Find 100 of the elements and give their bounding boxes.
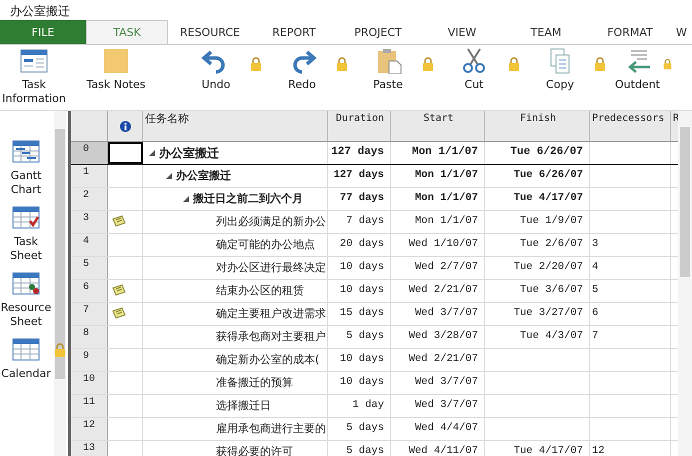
duration-cell: 5 days bbox=[346, 330, 384, 342]
duration-cell: 127 days bbox=[334, 169, 384, 181]
scrollbar[interactable] bbox=[678, 111, 692, 456]
tasksheet-view-button[interactable]: Task Sheet bbox=[0, 205, 52, 263]
finish-date: Tue 2/6/07 bbox=[520, 238, 583, 250]
info-button[interactable]: Task Information bbox=[0, 45, 68, 106]
start-date: Mon 1/1/07 bbox=[414, 192, 478, 204]
finish-date: Tue 1/9/07 bbox=[520, 215, 583, 227]
task-name: 雇用承包商进行主要的 bbox=[216, 421, 326, 437]
note-button[interactable]: Task Notes bbox=[82, 45, 150, 92]
redo-button[interactable]: Redo bbox=[268, 45, 336, 92]
task-name: 确定新办公室的成本( bbox=[216, 352, 320, 368]
start-date: Mon 1/1/07 bbox=[412, 146, 478, 158]
row-number[interactable]: 6 bbox=[71, 280, 108, 302]
row-number[interactable]: 10 bbox=[71, 372, 108, 394]
column-header[interactable]: 任务名称 bbox=[143, 111, 328, 141]
duration-cell: 127 days bbox=[331, 146, 384, 158]
calendar-view-button[interactable]: Calendar bbox=[0, 337, 52, 381]
start-date: Wed 3/7/07 bbox=[414, 399, 478, 411]
grid-icon bbox=[12, 205, 40, 229]
resource-view-button[interactable]: Resource Sheet bbox=[0, 271, 52, 329]
task-name: 确定主要租户改进需求 bbox=[216, 306, 326, 322]
finish-date: Tue 3/6/07 bbox=[520, 284, 583, 296]
start-date: Wed 4/4/07 bbox=[414, 422, 478, 434]
info-icon bbox=[120, 120, 130, 132]
column-header[interactable]: Predecessors bbox=[590, 111, 671, 141]
predecessor-cell: 6 bbox=[592, 307, 598, 319]
row-number[interactable]: 0 bbox=[71, 142, 108, 164]
start-date: Mon 1/1/07 bbox=[414, 169, 478, 181]
duration-cell: 77 days bbox=[340, 192, 384, 204]
paste-button[interactable]: Paste bbox=[354, 45, 422, 92]
finish-date: Tue 2/20/07 bbox=[514, 261, 583, 273]
start-date: Wed 2/21/07 bbox=[408, 284, 478, 296]
start-date: Wed 3/7/07 bbox=[414, 307, 478, 319]
note-icon bbox=[101, 48, 131, 74]
duration-cell: 10 days bbox=[340, 261, 384, 273]
row-number[interactable]: 1 bbox=[71, 165, 108, 187]
finish-date: Tue 4/3/07 bbox=[520, 330, 583, 342]
duration-cell: 10 days bbox=[340, 376, 384, 388]
task-name: 搬迁日之前二到六个月 bbox=[193, 191, 303, 207]
row-number[interactable]: 13 bbox=[71, 441, 108, 456]
start-date: Wed 2/21/07 bbox=[408, 353, 478, 365]
calendar-icon bbox=[12, 337, 40, 361]
cut-button[interactable]: Cut bbox=[440, 45, 508, 92]
duration-cell: 5 days bbox=[346, 445, 384, 456]
row-number[interactable]: 8 bbox=[71, 326, 108, 348]
row-number[interactable]: 4 bbox=[71, 234, 108, 256]
duration-cell: 10 days bbox=[340, 353, 384, 365]
predecessor-cell: 4 bbox=[592, 261, 598, 273]
column-header[interactable]: Start bbox=[391, 111, 485, 141]
start-date: Wed 3/7/07 bbox=[414, 376, 478, 388]
predecessor-cell: 3 bbox=[592, 238, 598, 250]
row-number[interactable]: 5 bbox=[71, 257, 108, 279]
task-name: 办公室搬迁 bbox=[159, 145, 219, 162]
predecessor-cell: 7 bbox=[592, 330, 598, 342]
window-title: 办公室搬迁 bbox=[9, 3, 70, 20]
collapse-icon[interactable] bbox=[183, 196, 189, 202]
finish-date: Tue 6/26/07 bbox=[514, 169, 583, 181]
duration-cell: 15 days bbox=[340, 307, 384, 319]
row-number[interactable]: 7 bbox=[71, 303, 108, 325]
column-header[interactable]: Duration bbox=[328, 111, 391, 141]
copy-button[interactable]: Copy bbox=[526, 45, 594, 92]
predecessor-cell: 12 bbox=[592, 445, 605, 456]
undo-button[interactable]: Undo bbox=[182, 45, 250, 92]
start-date: Wed 3/28/07 bbox=[408, 330, 478, 342]
row-number[interactable]: 11 bbox=[71, 395, 108, 417]
collapse-icon[interactable] bbox=[166, 173, 172, 179]
scrollbar[interactable] bbox=[54, 111, 66, 456]
start-date: Wed 2/7/07 bbox=[414, 261, 478, 273]
collapse-icon[interactable] bbox=[149, 150, 155, 156]
grid-icon bbox=[12, 271, 40, 295]
finish-date: Tue 3/27/07 bbox=[514, 307, 583, 319]
duration-cell: 7 days bbox=[346, 215, 384, 227]
gantt-view-button[interactable]: Gantt Chart bbox=[0, 139, 52, 197]
row-number[interactable]: 12 bbox=[71, 418, 108, 440]
task-name: 结束办公区的租赁 bbox=[216, 283, 304, 299]
ribbon-tab[interactable]: FILE bbox=[0, 20, 86, 44]
row-number[interactable]: 9 bbox=[71, 349, 108, 371]
form-icon bbox=[19, 48, 49, 74]
task-name: 列出必须满足的新办公 bbox=[216, 214, 326, 230]
start-date: Wed 1/10/07 bbox=[408, 238, 478, 250]
finish-date: Tue 6/26/07 bbox=[510, 146, 583, 158]
predecessor-cell: 5 bbox=[592, 284, 598, 296]
column-header[interactable]: Finish bbox=[485, 111, 590, 141]
duration-cell: 1 day bbox=[352, 399, 384, 411]
start-date: Mon 1/1/07 bbox=[414, 215, 478, 227]
gantt-icon bbox=[12, 139, 40, 163]
finish-date: Tue 4/17/07 bbox=[514, 192, 583, 204]
task-name: 准备搬迁的预算 bbox=[216, 375, 293, 391]
duration-cell: 5 days bbox=[346, 422, 384, 434]
ribbon-tab[interactable]: TASK bbox=[86, 20, 168, 44]
duration-cell: 10 days bbox=[340, 284, 384, 296]
row-number[interactable]: 3 bbox=[71, 211, 108, 233]
duration-cell: 20 days bbox=[340, 238, 384, 250]
outdent-button[interactable]: Outdent bbox=[612, 45, 663, 92]
task-name: 确定可能的办公地点 bbox=[216, 237, 315, 253]
start-date: Wed 4/11/07 bbox=[408, 445, 478, 456]
task-name: 办公室搬迁 bbox=[176, 168, 231, 184]
task-name: 对办公区进行最终决定 bbox=[216, 260, 326, 276]
row-number[interactable]: 2 bbox=[71, 188, 108, 210]
